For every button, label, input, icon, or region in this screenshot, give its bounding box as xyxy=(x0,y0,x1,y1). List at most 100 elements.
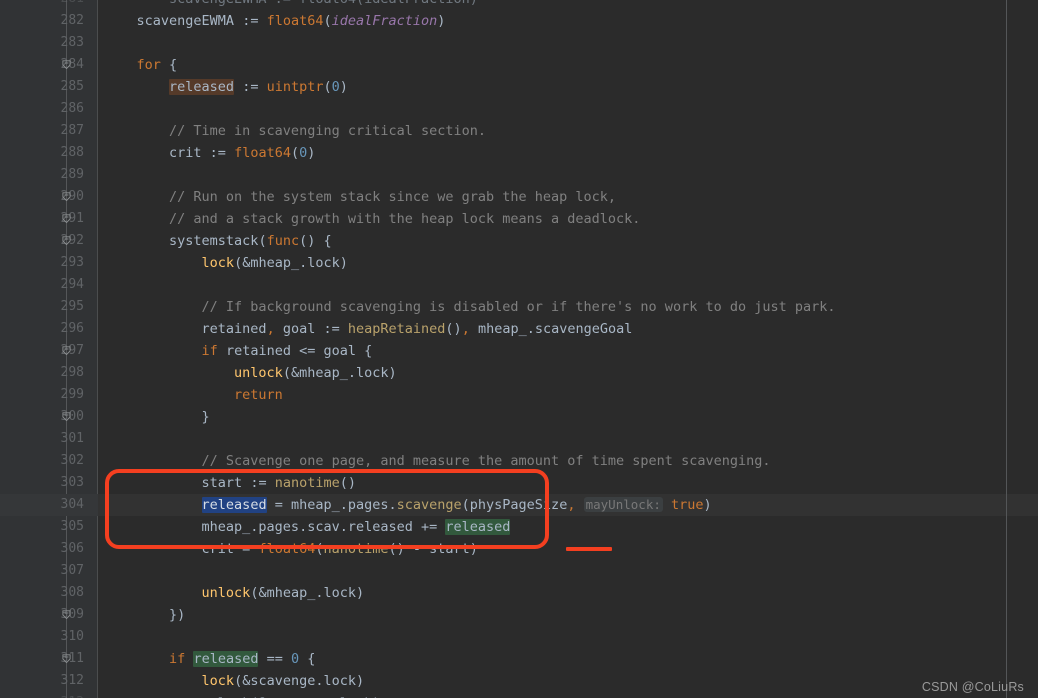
code-line[interactable]: 308 unlock(&mheap_.lock) xyxy=(0,582,1038,604)
code-line[interactable]: 311 if released == 0 { xyxy=(0,648,1038,670)
line-number[interactable]: 309 xyxy=(0,604,84,626)
code-line[interactable]: 300 } xyxy=(0,406,1038,428)
code-line[interactable]: 302 // Scavenge one page, and measure th… xyxy=(0,450,1038,472)
line-number[interactable]: 304 xyxy=(0,494,84,516)
line-number[interactable]: 296 xyxy=(0,318,84,340)
fold-collapse-icon[interactable] xyxy=(62,654,71,663)
line-number[interactable]: 312 xyxy=(0,670,84,692)
fold-collapse-icon[interactable] xyxy=(62,214,71,223)
code-text[interactable]: for { xyxy=(104,54,178,76)
line-number[interactable]: 288 xyxy=(0,142,84,164)
line-number[interactable]: 286 xyxy=(0,98,84,120)
line-number[interactable]: 284 xyxy=(0,54,84,76)
code-line[interactable]: 287 // Time in scavenging critical secti… xyxy=(0,120,1038,142)
fold-collapse-icon[interactable] xyxy=(62,192,71,201)
line-number[interactable]: 292 xyxy=(0,230,84,252)
code-text[interactable]: released := uintptr(0) xyxy=(104,76,348,98)
code-text[interactable]: if retained <= goal { xyxy=(104,340,373,362)
code-text[interactable]: crit := float64(0) xyxy=(104,142,315,164)
code-text[interactable]: retained, goal := heapRetained(), mheap_… xyxy=(104,318,633,340)
line-number[interactable]: 302 xyxy=(0,450,84,472)
code-line[interactable]: 298 unlock(&mheap_.lock) xyxy=(0,362,1038,384)
code-lines-container[interactable]: 281 scavengeEWMA := float64(idealFractio… xyxy=(0,0,1038,698)
fold-collapse-icon[interactable] xyxy=(62,610,71,619)
code-line[interactable]: 283 xyxy=(0,32,1038,54)
line-number[interactable]: 300 xyxy=(0,406,84,428)
line-number[interactable]: 287 xyxy=(0,120,84,142)
code-text[interactable]: crit = float64(nanotime() - start) xyxy=(104,538,478,560)
code-text[interactable]: released = mheap_.pages.scavenge(physPag… xyxy=(104,494,712,516)
code-text[interactable]: // and a stack growth with the heap lock… xyxy=(104,208,640,230)
code-line[interactable]: 305 mheap_.pages.scav.released += releas… xyxy=(0,516,1038,538)
line-number[interactable]: 301 xyxy=(0,428,84,450)
line-number[interactable]: 307 xyxy=(0,560,84,582)
code-line[interactable]: 312 lock(&scavenge.lock) xyxy=(0,670,1038,692)
line-number[interactable]: 289 xyxy=(0,164,84,186)
code-line[interactable]: 303 start := nanotime() xyxy=(0,472,1038,494)
code-line[interactable]: 282 scavengeEWMA := float64(idealFractio… xyxy=(0,10,1038,32)
line-number[interactable]: 294 xyxy=(0,274,84,296)
code-line[interactable]: 310 xyxy=(0,626,1038,648)
code-line[interactable]: 301 xyxy=(0,428,1038,450)
code-text[interactable]: systemstack(func() { xyxy=(104,230,332,252)
code-editor[interactable]: 281 scavengeEWMA := float64(idealFractio… xyxy=(0,0,1038,698)
code-line[interactable]: 285 released := uintptr(0) xyxy=(0,76,1038,98)
line-number[interactable]: 297 xyxy=(0,340,84,362)
code-line[interactable]: 309 }) xyxy=(0,604,1038,626)
code-line[interactable]: 295 // If background scavenging is disab… xyxy=(0,296,1038,318)
line-number[interactable]: 305 xyxy=(0,516,84,538)
code-text[interactable]: // Run on the system stack since we grab… xyxy=(104,186,616,208)
code-text[interactable]: // If background scavenging is disabled … xyxy=(104,296,836,318)
code-line[interactable]: 294 xyxy=(0,274,1038,296)
code-text[interactable]: scavengeEWMA := float64(idealFraction) xyxy=(104,0,478,10)
line-number[interactable]: 313 xyxy=(0,692,84,698)
code-text[interactable]: unlock(&mheap_.lock) xyxy=(104,582,365,604)
line-number[interactable]: 298 xyxy=(0,362,84,384)
code-line[interactable]: 291 // and a stack growth with the heap … xyxy=(0,208,1038,230)
code-text[interactable]: lock(&mheap_.lock) xyxy=(104,252,348,274)
line-number[interactable]: 295 xyxy=(0,296,84,318)
line-number[interactable]: 299 xyxy=(0,384,84,406)
code-line[interactable]: 286 xyxy=(0,98,1038,120)
fold-collapse-icon[interactable] xyxy=(62,346,71,355)
code-line[interactable]: 288 crit := float64(0) xyxy=(0,142,1038,164)
code-text[interactable]: }) xyxy=(104,604,185,626)
code-text[interactable]: unlock(&mheap_.lock) xyxy=(104,362,397,384)
code-line[interactable]: 290 // Run on the system stack since we … xyxy=(0,186,1038,208)
line-number[interactable]: 291 xyxy=(0,208,84,230)
code-text[interactable]: lock(&scavenge.lock) xyxy=(104,670,365,692)
line-number[interactable]: 303 xyxy=(0,472,84,494)
code-line[interactable]: 293 lock(&mheap_.lock) xyxy=(0,252,1038,274)
fold-collapse-icon[interactable] xyxy=(62,236,71,245)
code-line[interactable]: 304 released = mheap_.pages.scavenge(phy… xyxy=(0,494,1038,516)
code-line[interactable]: 306 crit = float64(nanotime() - start) xyxy=(0,538,1038,560)
code-text[interactable]: if released == 0 { xyxy=(104,648,315,670)
line-number[interactable]: 293 xyxy=(0,252,84,274)
code-line[interactable]: 297 if retained <= goal { xyxy=(0,340,1038,362)
line-number[interactable]: 310 xyxy=(0,626,84,648)
code-text[interactable]: unlock(&scavenge.lock) xyxy=(104,692,381,698)
code-text[interactable]: // Scavenge one page, and measure the am… xyxy=(104,450,771,472)
code-text[interactable]: // Time in scavenging critical section. xyxy=(104,120,486,142)
line-number[interactable]: 308 xyxy=(0,582,84,604)
code-text[interactable]: return xyxy=(104,384,283,406)
code-text[interactable]: } xyxy=(104,406,210,428)
line-number[interactable]: 283 xyxy=(0,32,84,54)
line-number[interactable]: 311 xyxy=(0,648,84,670)
code-line[interactable]: 307 xyxy=(0,560,1038,582)
line-number[interactable]: 282 xyxy=(0,10,84,32)
code-line[interactable]: 313 unlock(&scavenge.lock) xyxy=(0,692,1038,698)
line-number[interactable]: 306 xyxy=(0,538,84,560)
code-text[interactable]: scavengeEWMA := float64(idealFraction) xyxy=(104,10,446,32)
code-line[interactable]: 289 xyxy=(0,164,1038,186)
line-number[interactable]: 285 xyxy=(0,76,84,98)
code-line[interactable]: 296 retained, goal := heapRetained(), mh… xyxy=(0,318,1038,340)
code-line[interactable]: 299 return xyxy=(0,384,1038,406)
fold-collapse-icon[interactable] xyxy=(62,60,71,69)
fold-collapse-icon[interactable] xyxy=(62,412,71,421)
code-text[interactable]: mheap_.pages.scav.released += released xyxy=(104,516,511,538)
code-line[interactable]: 292 systemstack(func() { xyxy=(0,230,1038,252)
code-line[interactable]: 284 for { xyxy=(0,54,1038,76)
line-number[interactable]: 290 xyxy=(0,186,84,208)
line-number[interactable]: 281 xyxy=(0,0,84,10)
